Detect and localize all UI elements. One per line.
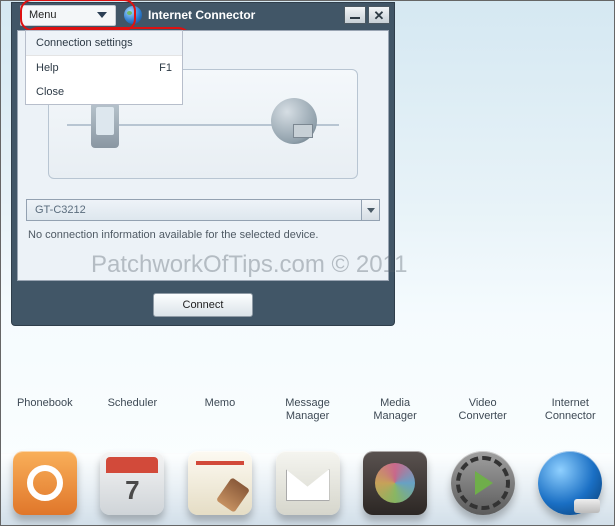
dock-label-media-manager: MediaManager: [351, 395, 439, 429]
dock-label-internet-connector: InternetConnector: [526, 395, 614, 429]
device-selector[interactable]: GT-C3212: [26, 199, 380, 221]
phone-device-icon: [91, 102, 119, 148]
dock-label-scheduler: Scheduler: [89, 395, 177, 429]
close-icon: ✕: [374, 9, 385, 22]
device-selector-dropdown-button[interactable]: [361, 200, 379, 220]
video-converter-icon[interactable]: [451, 451, 515, 515]
menu-button-label: Menu: [29, 9, 57, 21]
dock-labels-row: Phonebook Scheduler Memo MessageManager …: [1, 395, 614, 429]
message-manager-icon[interactable]: [276, 451, 340, 515]
close-button[interactable]: ✕: [368, 6, 390, 24]
internet-connector-icon[interactable]: [538, 451, 602, 515]
status-text: No connection information available for …: [28, 229, 318, 241]
menu-button[interactable]: Menu: [20, 5, 116, 26]
menu-item-help[interactable]: Help F1: [26, 56, 182, 80]
connect-button[interactable]: Connect: [153, 293, 253, 317]
window-footer: Connect: [12, 285, 394, 325]
device-selector-value: GT-C3212: [27, 204, 361, 216]
dock-icons-row: [1, 431, 614, 515]
globe-icon: [124, 6, 142, 24]
media-manager-icon[interactable]: [363, 451, 427, 515]
phonebook-icon[interactable]: [13, 451, 77, 515]
dock-label-message-manager: MessageManager: [264, 395, 352, 429]
minimize-button[interactable]: [344, 6, 366, 24]
dock-label-phonebook: Phonebook: [1, 395, 89, 429]
menu-dropdown: Connection settings Help F1 Close: [25, 30, 183, 105]
menu-item-close[interactable]: Close: [26, 80, 182, 104]
scheduler-icon[interactable]: [100, 451, 164, 515]
app-dock: Phonebook Scheduler Memo MessageManager …: [1, 395, 614, 525]
globe-monitor-icon: [271, 98, 317, 144]
internet-connector-window: Menu Internet Connector ✕ Connection set…: [11, 2, 395, 326]
menu-item-connection-settings[interactable]: Connection settings: [26, 31, 182, 55]
window-title: Internet Connector: [148, 8, 342, 22]
dock-label-memo: Memo: [176, 395, 264, 429]
dock-label-video-converter: VideoConverter: [439, 395, 527, 429]
memo-icon[interactable]: [188, 451, 252, 515]
menu-item-shortcut: F1: [159, 62, 172, 74]
minimize-icon: [350, 17, 360, 19]
menu-item-label: Connection settings: [36, 37, 133, 49]
titlebar: Menu Internet Connector ✕: [12, 3, 394, 27]
chevron-down-icon: [97, 12, 107, 18]
menu-item-label: Help: [36, 62, 59, 74]
menu-item-label: Close: [36, 86, 64, 98]
chevron-down-icon: [367, 208, 375, 213]
